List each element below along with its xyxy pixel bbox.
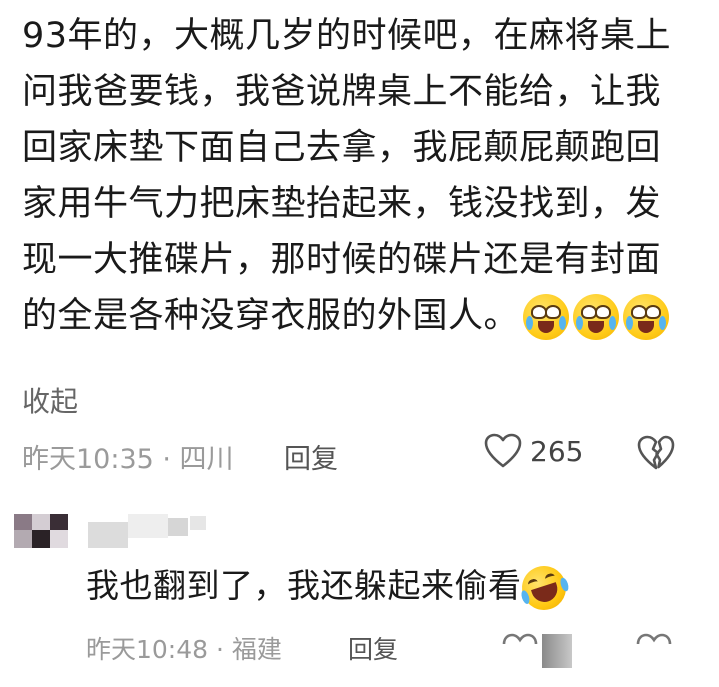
reply-button[interactable]: 回复 [284,437,338,476]
comment-line: 家用牛气力把床垫抬起来，钱没找到，发 [22,184,662,224]
like-button[interactable]: 265 [484,433,583,469]
comment-line: 问我爸要钱，我爸说牌桌上不能给，让我 [22,72,662,112]
comment-text: 93年的，大概几岁的时候吧，在麻将桌上 问我爸要钱，我爸说牌桌上不能给，让我 回… [22,8,702,344]
broken-heart-icon [637,435,675,470]
emoji-group [523,294,670,340]
comment-line: 现一大推碟片，那时候的碟片还是有封面 [22,240,662,280]
heart-icon [484,433,522,468]
reply-reply-button[interactable]: 回复 [348,630,398,666]
dislike-button[interactable] [637,435,675,478]
heart-icon [502,633,538,645]
reply-text-content: 我也翻到了，我还躲起来偷看 [86,566,522,605]
comment-timestamp: 昨天10:35 · 四川 [22,444,234,475]
collapse-link[interactable]: 收起 [22,380,78,420]
reply-text: 我也翻到了，我还躲起来偷看 [86,558,572,616]
broken-heart-icon [636,633,672,645]
comment-line: 93年的，大概几岁的时候吧，在麻将桌上 [22,16,672,56]
comment-last-line: 的全是各种没穿衣服的外国人。 [22,288,702,344]
comment-line: 回家床垫下面自己去拿，我屁颠屁颠跑回 [22,128,662,168]
comment-thread: 93年的，大概几岁的时候吧，在麻将桌上 问我爸要钱，我爸说牌桌上不能给，让我 回… [0,0,719,687]
comment-line: 的全是各种没穿衣服的外国人。 [22,296,520,336]
crying-laughing-emoji-icon [573,294,620,340]
crying-laughing-emoji-icon [623,294,670,340]
reply-like-button[interactable] [500,628,540,668]
avatar[interactable] [14,514,70,552]
rolling-laughing-emoji-icon [515,559,572,616]
reply-username-blurred[interactable] [88,514,208,548]
reply-dislike-button[interactable] [634,628,674,668]
reply-timestamp: 昨天10:48 · 福建 [86,635,282,664]
like-count: 265 [530,434,584,468]
crying-laughing-emoji-icon [523,294,570,340]
comment-meta: 昨天10:35 · 四川 回复 265 [22,433,702,477]
reply-meta: 昨天10:48 · 福建 回复 [86,628,706,668]
reply-like-count-blurred [542,634,572,668]
